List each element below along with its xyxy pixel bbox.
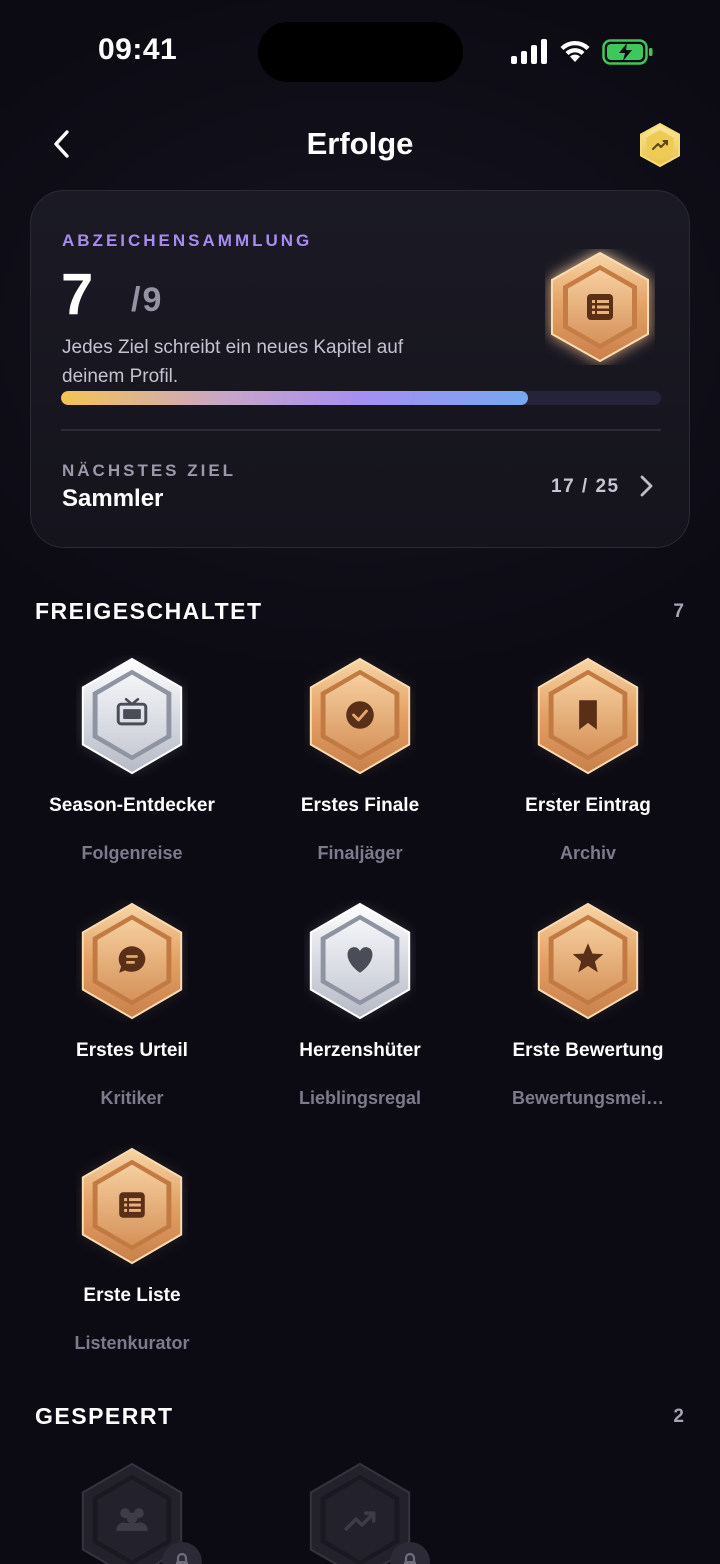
cellular-signal-icon [511, 39, 547, 64]
locked-count: 2 [673, 1406, 684, 1427]
badge-subtitle: Lieblingsregal [298, 1088, 422, 1108]
unlocked-count: 7 [673, 601, 684, 622]
page-title: Erfolge [306, 126, 414, 161]
chat-icon [81, 902, 183, 1020]
star-icon [537, 902, 639, 1020]
badge-subtitle: Folgenreise [81, 843, 183, 863]
summary-card: ABZEICHENSAMMLUNG 7 /9 Jedes Ziel schrei… [30, 190, 690, 548]
badge-total: /9 [131, 281, 164, 319]
summary-eyebrow: ABZEICHENSAMMLUNG [62, 231, 313, 250]
wifi-icon [560, 40, 590, 62]
badge-item[interactable]: Erster Eintrag Archiv [488, 655, 688, 864]
badge-subtitle: Archiv [559, 843, 617, 863]
badge-subtitle: Kritiker [100, 1088, 164, 1108]
badge-subtitle: Bewertungsmei… [511, 1088, 665, 1108]
badge-subtitle: Listenkurator [74, 1333, 190, 1353]
status-bar: 09:41 [0, 0, 720, 106]
unlocked-section-title: FREIGESCHALTET [35, 598, 263, 624]
badge-item[interactable]: Erstes Finale Finaljäger [260, 655, 460, 864]
badge-item[interactable]: Erste Liste Listenkurator [32, 1145, 232, 1354]
badge-item[interactable]: Erstes Urteil Kritiker [32, 900, 232, 1109]
badge-name: Erstes Finale [300, 795, 420, 816]
badge-item[interactable]: Erste Bewertung Bewertungsmei… [488, 900, 688, 1109]
list-icon [551, 251, 649, 363]
badge-name: Erster Eintrag [525, 795, 651, 816]
locked-badge-item[interactable] [32, 1460, 232, 1564]
badge-item[interactable]: Season-Entdecker Folgenreise [32, 655, 232, 864]
badge-count: 7 [61, 262, 94, 327]
badge-name: Herzenshüter [299, 1040, 421, 1061]
list-icon [81, 1147, 183, 1265]
progress-fill [61, 391, 528, 405]
locked-badge-item[interactable] [260, 1460, 460, 1564]
locked-section-title: GESPERRT [35, 1403, 174, 1429]
badge-item[interactable]: Herzenshüter Lieblingsregal [260, 900, 460, 1109]
tv-icon [81, 657, 183, 775]
badge-name: Erstes Urteil [76, 1040, 188, 1061]
badge-name: Season-Entdecker [49, 795, 215, 816]
badge-name: Erste Liste [83, 1285, 181, 1306]
chevron-right-icon[interactable] [635, 473, 657, 499]
badge-subtitle: Finaljäger [317, 843, 403, 863]
collection-progress-bar [61, 391, 661, 405]
bookmark-icon [537, 657, 639, 775]
summary-description: Jedes Ziel schreibt ein neues Kapitel au… [62, 337, 404, 387]
next-goal-label: NÄCHSTES ZIEL [62, 461, 237, 480]
check-circle-icon [309, 657, 411, 775]
next-goal-name[interactable]: Sammler [62, 485, 163, 513]
battery-charging-icon [602, 39, 653, 65]
trending-up-icon[interactable] [638, 122, 682, 168]
status-time: 09:41 [98, 33, 178, 66]
divider [61, 429, 661, 431]
dynamic-island [258, 22, 463, 82]
next-goal-progress: 17 / 25 [551, 476, 620, 497]
heart-icon [309, 902, 411, 1020]
badge-name: Erste Bewertung [512, 1040, 664, 1061]
